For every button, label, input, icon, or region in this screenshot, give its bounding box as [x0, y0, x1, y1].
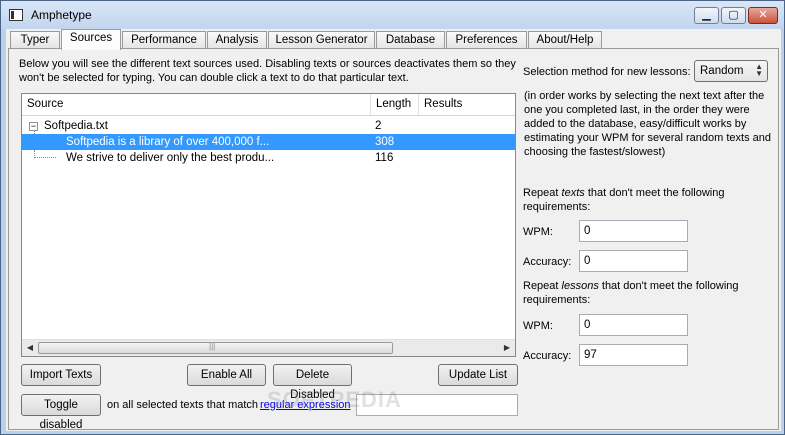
close-button[interactable]: ✕ [748, 7, 778, 24]
text-name: Softpedia is a library of over 400,000 f… [66, 136, 270, 148]
scroll-grip-icon: ||| [209, 342, 216, 351]
text-length: 308 [375, 136, 395, 148]
column-header-length[interactable]: Length [371, 94, 419, 115]
scroll-left-icon[interactable]: ◀ [22, 340, 38, 356]
tab-sources[interactable]: Sources [61, 29, 121, 50]
horizontal-scrollbar[interactable]: ◀ ||| ▶ [22, 339, 515, 356]
collapse-icon[interactable]: − [29, 122, 38, 131]
tree-row-selected[interactable]: Softpedia is a library of over 400,000 f… [22, 134, 515, 150]
tab-about-help[interactable]: About/Help [528, 31, 602, 49]
window-title: Amphetype [31, 8, 92, 22]
maximize-button[interactable]: ▢ [721, 7, 746, 24]
selection-method-help: (in order works by selecting the next te… [524, 90, 771, 158]
watermark: SOFTPEDIA [267, 387, 402, 412]
texts-wpm-input[interactable]: 0 [579, 220, 688, 242]
sources-description: Below you will see the different text so… [19, 58, 516, 84]
lessons-heading-pre: Repeat [523, 280, 562, 292]
tab-preferences[interactable]: Preferences [446, 31, 527, 49]
lessons-wpm-label: WPM: [523, 320, 553, 332]
column-header-source[interactable]: Source [22, 94, 371, 115]
texts-requirements-heading: Repeat texts that don't meet the followi… [523, 186, 778, 214]
lessons-requirements-heading: Repeat lessons that don't meet the follo… [523, 279, 778, 307]
texts-heading-pre: Repeat [523, 187, 562, 199]
tab-database[interactable]: Database [376, 31, 445, 49]
texts-accuracy-input[interactable]: 0 [579, 250, 688, 272]
sources-panel: Below you will see the different text so… [8, 48, 779, 431]
column-header-results[interactable]: Results [419, 94, 515, 115]
app-window: Amphetype ▁ ▢ ✕ Typer Sources Performanc… [0, 0, 785, 435]
source-length: 2 [375, 120, 382, 132]
lessons-heading-emphasis: lessons [561, 280, 599, 292]
text-name: We strive to deliver only the best produ… [66, 152, 275, 164]
texts-wpm-label: WPM: [523, 226, 553, 238]
delete-disabled-button[interactable]: Delete Disabled [273, 364, 352, 401]
selection-method-select[interactable]: Random ▲ ▼ [694, 60, 768, 82]
tree-row[interactable]: − Softpedia.txt 2 [22, 118, 515, 134]
text-length: 116 [375, 152, 394, 164]
tab-lesson-generator[interactable]: Lesson Generator [268, 31, 375, 49]
tab-typer[interactable]: Typer [10, 31, 60, 49]
toggle-disabled-button[interactable]: Toggle disabled [21, 394, 101, 431]
minimize-button[interactable]: ▁ [694, 7, 719, 24]
client-area: Typer Sources Performance Analysis Lesso… [6, 29, 781, 431]
tab-performance[interactable]: Performance [122, 31, 206, 49]
title-bar[interactable]: Amphetype ▁ ▢ ✕ [1, 1, 784, 29]
texts-heading-emphasis: texts [561, 187, 585, 199]
sources-tree[interactable]: Source Length Results − Softpedia.txt 2 … [21, 93, 516, 357]
tab-analysis[interactable]: Analysis [207, 31, 267, 49]
tree-row[interactable]: We strive to deliver only the best produ… [22, 150, 515, 166]
lessons-accuracy-label: Accuracy: [523, 350, 572, 362]
app-icon [9, 9, 23, 21]
selection-method-value: Random [700, 65, 744, 77]
toggle-description: on all selected texts that match [107, 399, 259, 411]
import-texts-button[interactable]: Import Texts [21, 364, 101, 386]
lessons-wpm-input[interactable]: 0 [579, 314, 688, 336]
update-list-button[interactable]: Update List [438, 364, 518, 386]
scroll-thumb[interactable]: ||| [38, 342, 393, 354]
texts-accuracy-label: Accuracy: [523, 256, 572, 268]
spinner-arrows-icon: ▲ ▼ [755, 62, 763, 78]
enable-all-button[interactable]: Enable All [187, 364, 266, 386]
tree-header: Source Length Results [22, 94, 515, 116]
selection-method-label: Selection method for new lessons: [523, 66, 691, 78]
lessons-accuracy-input[interactable]: 97 [579, 344, 688, 366]
scroll-right-icon[interactable]: ▶ [499, 340, 515, 356]
